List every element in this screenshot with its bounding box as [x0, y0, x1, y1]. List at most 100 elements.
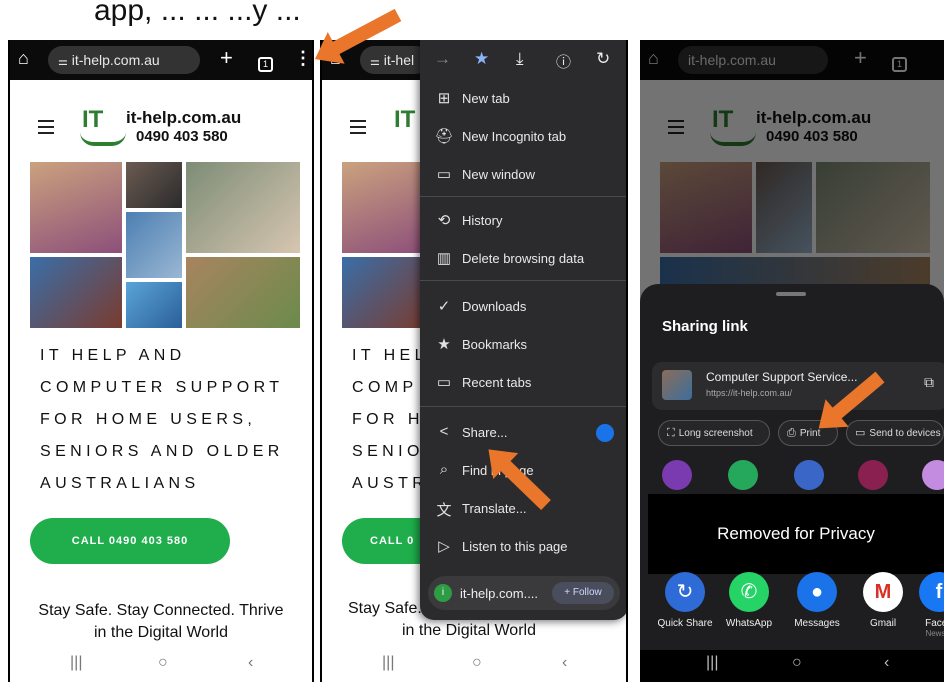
hamburger-menu-icon[interactable]: [350, 120, 366, 138]
listen-icon: ▷: [438, 538, 450, 555]
tutorial-screenshot: app, ... ... ...y ... ⌂ ⚌ it-help.com.au…: [0, 0, 944, 682]
site-settings-icon[interactable]: ⚌: [58, 56, 68, 68]
link-url: https://it-help.com.au/: [706, 388, 793, 398]
printer-icon: ⎙: [787, 427, 796, 439]
screenshot-icon: ⛶: [667, 427, 675, 439]
find-icon: ⌕: [439, 461, 449, 478]
incognito-icon: ⛑: [434, 128, 454, 145]
logo-mark: IT: [394, 106, 416, 133]
gmail-icon: M: [863, 572, 903, 612]
menu-item-new-tab[interactable]: ⊞ New tab: [420, 80, 626, 118]
browser-overflow-menu: → ★ ⤓ ⓘ ↻ ⊞ New tab ⛑ New Incognito tab ▭ N…: [420, 40, 626, 620]
menu-item-new-incognito-tab[interactable]: ⛑ New Incognito tab: [420, 118, 626, 156]
contact-avatar[interactable]: [662, 460, 692, 490]
quick-share-icon: ↻: [665, 572, 705, 612]
back-icon[interactable]: ‹: [884, 654, 889, 672]
site-settings-icon[interactable]: ⚌: [370, 56, 380, 68]
trash-icon: ▥: [436, 250, 452, 267]
menu-divider: [420, 196, 626, 197]
bookmark-star-icon[interactable]: ★: [474, 49, 489, 69]
forward-icon[interactable]: →: [434, 49, 451, 69]
reload-icon[interactable]: ↻: [596, 49, 610, 69]
back-icon[interactable]: ‹: [562, 654, 567, 672]
app-quick-share[interactable]: ↻ Quick Share: [654, 572, 716, 629]
new-window-icon: ▭: [436, 166, 452, 183]
headline-line: COMP: [352, 379, 418, 396]
tagline: Stay Safe. Stay Connected. Thrive in the…: [10, 600, 312, 644]
logo-swoosh: [80, 132, 126, 146]
contact-avatar[interactable]: [794, 460, 824, 490]
home-nav-icon[interactable]: ○: [472, 654, 482, 672]
long-screenshot-chip[interactable]: ⛶ Long screenshot: [658, 420, 770, 446]
link-preview-card: Computer Support Service... https://it-h…: [652, 362, 944, 410]
tab-switcher-button[interactable]: 1: [258, 51, 273, 72]
logo-phone[interactable]: 0490 403 580: [136, 128, 228, 145]
recent-apps-icon[interactable]: |||: [70, 654, 82, 672]
menu-item-listen[interactable]: ▷ Listen to this page: [420, 528, 626, 566]
more-menu-icon[interactable]: ⋮: [294, 48, 312, 69]
headline-line: IT HEL: [352, 347, 428, 364]
follow-site-row: i it-help.com.... + Follow: [428, 576, 620, 610]
page-info-icon[interactable]: ⓘ: [556, 51, 571, 72]
download-page-icon[interactable]: ⤓: [516, 49, 524, 69]
menu-icon-row: → ★ ⤓ ⓘ ↻: [420, 40, 626, 80]
call-button[interactable]: CALL 0490 403 580: [30, 518, 230, 564]
back-icon[interactable]: ‹: [248, 654, 253, 672]
android-nav-bar: ||| ○ ‹: [322, 650, 626, 682]
caption-text: app, ... ... ...y ...: [94, 0, 301, 27]
privacy-redaction: Removed for Privacy: [648, 494, 944, 574]
app-messages[interactable]: ● Messages: [786, 572, 848, 629]
menu-item-new-window[interactable]: ▭ New window: [420, 156, 626, 194]
devices-icon: ▭: [855, 427, 866, 439]
logo-title[interactable]: it-help.com.au: [126, 108, 241, 128]
menu-item-delete-browsing-data[interactable]: ▥ Delete browsing data: [420, 240, 626, 278]
home-nav-icon[interactable]: ○: [792, 654, 802, 672]
menu-item-history[interactable]: ⟲ History: [420, 202, 626, 240]
home-nav-icon[interactable]: ○: [158, 654, 168, 672]
translate-icon: 文: [436, 502, 452, 519]
app-facebook[interactable]: fFacebNews F: [908, 572, 944, 638]
site-favicon-icon: i: [434, 584, 452, 602]
menu-item-recent-tabs[interactable]: ▭ Recent tabs: [420, 364, 626, 402]
menu-divider: [420, 406, 626, 407]
logo-mark: IT: [82, 106, 104, 133]
tagline-line: in the Digital World: [94, 624, 228, 641]
app-whatsapp[interactable]: ✆ WhatsApp: [718, 572, 780, 629]
sheet-drag-handle[interactable]: [776, 292, 806, 296]
recent-apps-icon[interactable]: |||: [706, 654, 718, 672]
address-bar[interactable]: ⚌ it-help.com.au: [48, 46, 200, 74]
hero-headline: IT HEL COMP FOR H SENIO AUSTR: [352, 340, 428, 500]
star-icon: ★: [437, 336, 451, 353]
send-to-devices-chip[interactable]: ▭ Send to devices: [846, 420, 944, 446]
android-nav-bar: ||| ○ ‹: [640, 650, 944, 682]
share-sheet: Sharing link Computer Support Service...…: [640, 284, 944, 650]
menu-item-bookmarks[interactable]: ★ Bookmarks: [420, 326, 626, 364]
recent-tabs-icon: ▭: [436, 374, 452, 391]
headline-line: AUSTR: [352, 475, 429, 492]
headline-line: FOR HOME USERS,: [40, 411, 257, 428]
follow-button[interactable]: + Follow: [552, 582, 614, 604]
menu-item-share[interactable]: < Share...: [420, 414, 626, 452]
share-sheet-title: Sharing link: [662, 318, 748, 335]
site-header: IT it-help.com.au 0490 403 580: [10, 92, 312, 152]
menu-item-downloads[interactable]: ✓ Downloads: [420, 288, 626, 326]
app-gmail[interactable]: M Gmail: [852, 572, 914, 629]
headline-line: IT HELP AND: [40, 347, 186, 364]
messages-badge-icon: [596, 424, 614, 442]
menu-item-translate[interactable]: 文 Translate...: [420, 490, 626, 528]
hamburger-menu-icon[interactable]: [38, 120, 54, 138]
new-tab-icon: ⊞: [437, 90, 451, 107]
contact-avatar[interactable]: [728, 460, 758, 490]
hero-headline: IT HELP AND COMPUTER SUPPORT FOR HOME US…: [40, 340, 284, 500]
headline-line: AUSTRALIANS: [40, 475, 200, 492]
link-thumbnail: [662, 370, 692, 400]
headline-line: FOR H: [352, 411, 424, 428]
phone-screen-share-sheet: ⌂ it-help.com.au + 1 IT it-help.com.au 0…: [640, 40, 944, 682]
copy-icon[interactable]: ⧉: [924, 374, 934, 391]
recent-apps-icon[interactable]: |||: [382, 654, 394, 672]
hero-photo-collage: [28, 160, 302, 330]
new-tab-plus-icon[interactable]: +: [220, 45, 233, 71]
contact-avatar[interactable]: [858, 460, 888, 490]
home-icon[interactable]: ⌂: [18, 48, 29, 69]
contact-avatar[interactable]: [922, 460, 944, 490]
